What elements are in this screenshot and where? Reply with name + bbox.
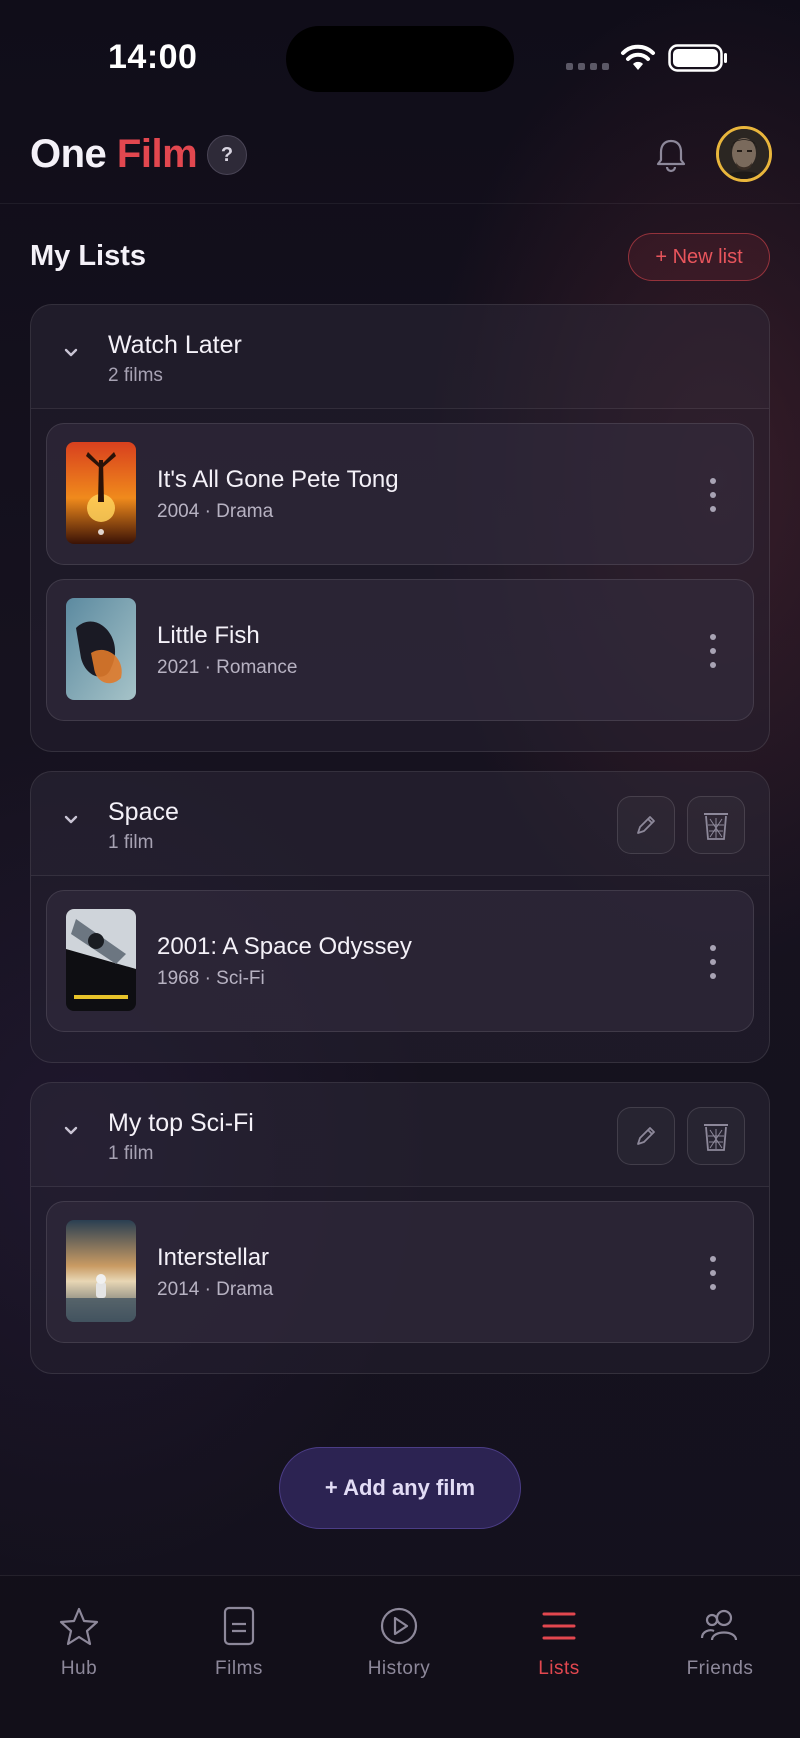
chevron-down-icon[interactable] [63, 347, 79, 359]
cellular-signal-icon [566, 63, 609, 70]
tab-label: History [367, 1658, 431, 1679]
avatar-photo [719, 129, 769, 179]
film-title: Interstellar [157, 1244, 270, 1271]
film-meta: 2014 · Drama [157, 1279, 274, 1300]
list-count: 1 film [108, 1143, 154, 1164]
pencil-icon [637, 816, 655, 834]
film-row[interactable]: Interstellar 2014 · Drama [46, 1201, 754, 1343]
list-name: Space [108, 798, 179, 826]
tab-friends[interactable]: Friends [660, 1606, 780, 1686]
add-film-button[interactable]: + Add any film [279, 1447, 521, 1529]
list-name: My top Sci-Fi [108, 1109, 254, 1137]
list-count: 1 film [108, 832, 154, 853]
chevron-down-icon[interactable] [63, 1125, 79, 1137]
app-logo[interactable]: One Film [30, 132, 198, 177]
chevron-down-icon[interactable] [63, 814, 79, 826]
logo-one-text: One [30, 132, 107, 176]
document-icon [223, 1606, 255, 1646]
trash-icon [704, 1124, 728, 1151]
tab-label: Friends [686, 1658, 754, 1679]
pencil-icon [637, 1127, 655, 1145]
tab-lists[interactable]: Lists [499, 1606, 619, 1686]
tab-label: Films [215, 1658, 263, 1679]
delete-list-button[interactable] [687, 1107, 745, 1165]
list-count: 2 films [108, 365, 163, 386]
edit-list-button[interactable] [617, 1107, 675, 1165]
film-poster [66, 598, 136, 700]
wifi-icon [621, 44, 655, 70]
trash-icon [704, 813, 728, 840]
list-name: Watch Later [108, 331, 242, 359]
battery-icon [668, 44, 727, 72]
status-time: 14:00 [108, 38, 198, 76]
help-button[interactable]: ? [207, 135, 247, 175]
play-circle-icon [380, 1607, 418, 1645]
film-row[interactable]: It's All Gone Pete Tong 2004 · Drama [46, 423, 754, 565]
more-options-icon[interactable] [707, 945, 719, 979]
film-title: It's All Gone Pete Tong [157, 466, 399, 493]
edit-list-button[interactable] [617, 796, 675, 854]
film-meta: 1968 · Sci-Fi [157, 968, 265, 989]
film-poster [66, 909, 136, 1011]
more-options-icon[interactable] [707, 1256, 719, 1290]
film-meta: 2021 · Romance [157, 657, 298, 678]
film-title: 2001: A Space Odyssey [157, 933, 412, 960]
tab-label: Lists [538, 1658, 580, 1679]
delete-list-button[interactable] [687, 796, 745, 854]
more-options-icon[interactable] [707, 478, 719, 512]
list-header[interactable]: Watch Later 2 films [31, 305, 769, 409]
user-avatar[interactable] [716, 126, 772, 182]
film-poster [66, 1220, 136, 1322]
app-header: One Film ? [0, 110, 800, 204]
star-icon [59, 1607, 99, 1646]
list-card-my-top-sci-fi: My top Sci-Fi 1 film Interstellar 2014 ·… [30, 1082, 770, 1374]
users-icon [700, 1609, 738, 1641]
bottom-tab-bar: Hub Films History Lists Friends [0, 1575, 800, 1738]
section-title: My Lists [30, 240, 147, 272]
list-header[interactable]: Space 1 film [31, 772, 769, 876]
logo-film-text: Film [116, 132, 198, 176]
list-card-space: Space 1 film 2001: A Space Odyssey 1968 … [30, 771, 770, 1063]
tab-hub[interactable]: Hub [19, 1606, 139, 1686]
more-options-icon[interactable] [707, 634, 719, 668]
film-meta: 2004 · Drama [157, 501, 274, 522]
tab-label: Hub [60, 1658, 98, 1679]
new-list-button[interactable]: + New list [628, 233, 770, 281]
list-icon [542, 1612, 576, 1640]
film-title: Little Fish [157, 622, 260, 649]
film-row[interactable]: Little Fish 2021 · Romance [46, 579, 754, 721]
film-row[interactable]: 2001: A Space Odyssey 1968 · Sci-Fi [46, 890, 754, 1032]
list-card-watch-later: Watch Later 2 films It's All Gone Pete T… [30, 304, 770, 752]
status-bar: 14:00 [0, 0, 800, 110]
list-header[interactable]: My top Sci-Fi 1 film [31, 1083, 769, 1187]
tab-films[interactable]: Films [179, 1606, 299, 1686]
tab-history[interactable]: History [339, 1606, 459, 1686]
bell-icon[interactable] [654, 137, 688, 173]
film-poster [66, 442, 136, 544]
dynamic-island [286, 26, 514, 92]
